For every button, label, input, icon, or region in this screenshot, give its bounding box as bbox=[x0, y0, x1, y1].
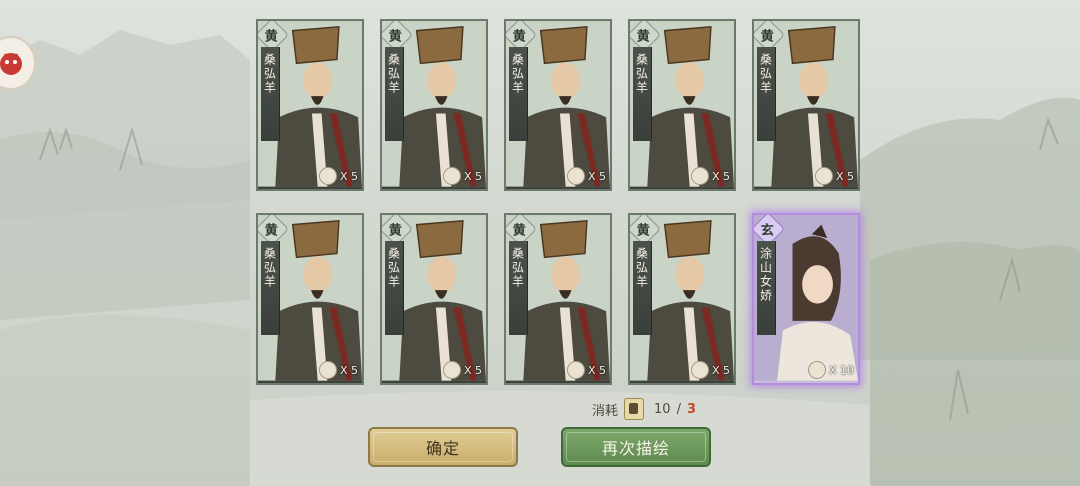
red-creature-icon bbox=[0, 53, 22, 75]
name-banner: 桑弘羊 bbox=[385, 47, 404, 141]
card-count: X 5 bbox=[690, 167, 730, 185]
character-card[interactable]: 黄 桑弘羊 X 5 bbox=[752, 19, 860, 191]
cost-display: 消耗 10 / 3 bbox=[592, 398, 696, 420]
card-count: X 5 bbox=[814, 167, 854, 185]
count-text: X 5 bbox=[711, 169, 730, 183]
confirm-button-label: 确定 bbox=[425, 439, 460, 458]
character-name: 桑弘羊 bbox=[634, 247, 649, 289]
character-name: 桑弘羊 bbox=[634, 53, 649, 95]
rank-text: 黄 bbox=[389, 223, 403, 239]
character-card[interactable]: 黄 桑弘羊 X 5 bbox=[256, 19, 364, 191]
cost-label: 消耗 bbox=[592, 403, 619, 419]
mini-avatar-icon bbox=[318, 167, 337, 185]
name-banner: 桑弘羊 bbox=[261, 47, 280, 141]
count-text: X 5 bbox=[587, 169, 606, 183]
card-count: X 5 bbox=[442, 361, 482, 379]
character-card[interactable]: 黄 桑弘羊 X 5 bbox=[628, 213, 736, 385]
mini-avatar-icon bbox=[566, 361, 585, 379]
character-name: 桑弘羊 bbox=[510, 247, 525, 289]
name-banner: 桑弘羊 bbox=[509, 241, 528, 335]
mini-avatar-icon bbox=[442, 361, 461, 379]
rank-text: 黄 bbox=[761, 29, 775, 45]
character-card[interactable]: 黄 桑弘羊 X 5 bbox=[380, 19, 488, 191]
count-text: X 5 bbox=[339, 169, 358, 183]
rank-text: 黄 bbox=[389, 29, 403, 45]
count-text: X 5 bbox=[339, 363, 358, 377]
name-banner: 桑弘羊 bbox=[633, 241, 652, 335]
name-banner: 桑弘羊 bbox=[261, 241, 280, 335]
character-name: 桑弘羊 bbox=[510, 53, 525, 95]
scroll-token-icon bbox=[624, 398, 645, 420]
cost-have: 10 bbox=[654, 401, 671, 417]
card-count: X 5 bbox=[318, 361, 358, 379]
character-card[interactable]: 黄 桑弘羊 X 5 bbox=[628, 19, 736, 191]
count-text: X 10 bbox=[828, 363, 854, 377]
confirm-button[interactable]: 确定 bbox=[368, 427, 518, 467]
character-name: 桑弘羊 bbox=[386, 247, 401, 289]
card-count: X 5 bbox=[690, 361, 730, 379]
character-name: 桑弘羊 bbox=[386, 53, 401, 95]
rank-text: 玄 bbox=[761, 223, 775, 239]
rank-text: 黄 bbox=[265, 29, 279, 45]
name-banner: 涂山女娇 bbox=[757, 241, 776, 335]
rank-text: 黄 bbox=[265, 223, 279, 239]
cost-separator: / bbox=[676, 401, 681, 417]
character-card[interactable]: 黄 桑弘羊 X 5 bbox=[504, 213, 612, 385]
card-count: X 5 bbox=[318, 167, 358, 185]
rank-text: 黄 bbox=[637, 223, 651, 239]
name-banner: 桑弘羊 bbox=[509, 47, 528, 141]
mini-avatar-icon bbox=[690, 361, 709, 379]
count-text: X 5 bbox=[463, 363, 482, 377]
count-text: X 5 bbox=[463, 169, 482, 183]
mini-avatar-icon bbox=[807, 361, 826, 379]
mini-avatar-icon bbox=[814, 167, 833, 185]
character-name: 桑弘羊 bbox=[758, 53, 773, 95]
rank-text: 黄 bbox=[513, 29, 527, 45]
mini-avatar-icon bbox=[442, 167, 461, 185]
card-count: X 5 bbox=[566, 361, 606, 379]
character-card[interactable]: 玄 涂山女娇 X 10 bbox=[752, 213, 860, 385]
name-banner: 桑弘羊 bbox=[633, 47, 652, 141]
count-text: X 5 bbox=[587, 363, 606, 377]
draw-again-button-label: 再次描绘 bbox=[601, 439, 670, 458]
character-card[interactable]: 黄 桑弘羊 X 5 bbox=[256, 213, 364, 385]
character-card[interactable]: 黄 桑弘羊 X 5 bbox=[504, 19, 612, 191]
card-count: X 5 bbox=[566, 167, 606, 185]
draw-result-grid: 黄 桑弘羊 X 5 黄 桑弘羊 X 5 黄 桑弘羊 X 5 黄 桑弘羊 X 5 … bbox=[256, 19, 868, 389]
card-count: X 10 bbox=[807, 361, 854, 379]
cost-need: 3 bbox=[686, 401, 696, 417]
rank-text: 黄 bbox=[637, 29, 651, 45]
mini-avatar-icon bbox=[690, 167, 709, 185]
mini-avatar-icon bbox=[566, 167, 585, 185]
name-banner: 桑弘羊 bbox=[757, 47, 776, 141]
mini-avatar-icon bbox=[318, 361, 337, 379]
character-name: 涂山女娇 bbox=[758, 247, 773, 303]
character-card[interactable]: 黄 桑弘羊 X 5 bbox=[380, 213, 488, 385]
card-count: X 5 bbox=[442, 167, 482, 185]
count-text: X 5 bbox=[711, 363, 730, 377]
character-name: 桑弘羊 bbox=[262, 247, 277, 289]
count-text: X 5 bbox=[835, 169, 854, 183]
draw-again-button[interactable]: 再次描绘 bbox=[561, 427, 711, 467]
character-name: 桑弘羊 bbox=[262, 53, 277, 95]
rank-text: 黄 bbox=[513, 223, 527, 239]
name-banner: 桑弘羊 bbox=[385, 241, 404, 335]
